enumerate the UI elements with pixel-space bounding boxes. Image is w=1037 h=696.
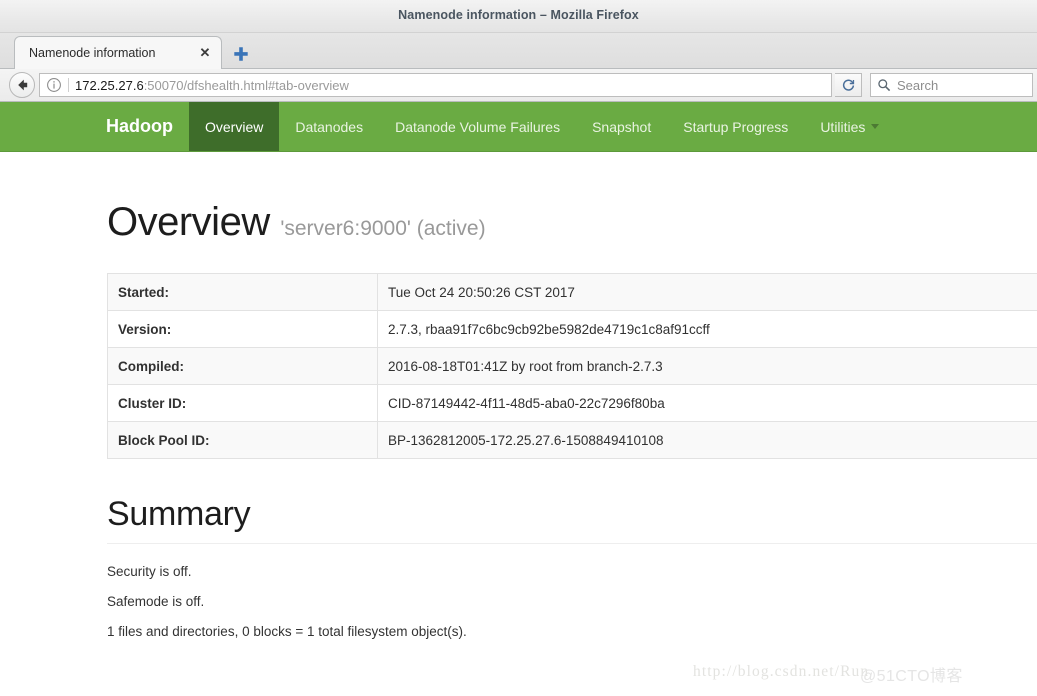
summary-line-security: Security is off.: [107, 564, 192, 579]
table-cell-key: Compiled:: [107, 347, 378, 385]
info-icon[interactable]: [46, 77, 62, 93]
reload-icon: [842, 79, 854, 91]
nav-item-snapshot[interactable]: Snapshot: [576, 102, 667, 151]
table-cell-key: Version:: [107, 310, 378, 348]
table-cell-key: Cluster ID:: [107, 384, 378, 422]
url-host: 172.25.27.6: [75, 77, 144, 93]
browser-window: Namenode information – Mozilla Firefox N…: [0, 0, 1037, 696]
window-title: Namenode information – Mozilla Firefox: [398, 8, 639, 22]
hadoop-brand[interactable]: Hadoop: [104, 102, 189, 151]
namenode-status: 'server6:9000' (active): [280, 217, 486, 240]
reload-button[interactable]: [835, 73, 862, 97]
table-row: Compiled: 2016-08-18T01:41Z by root from…: [107, 347, 1037, 385]
url-bar[interactable]: 172.25.27.6:50070/dfshealth.html#tab-ove…: [39, 73, 832, 97]
search-input[interactable]: [897, 77, 1026, 93]
summary-line-objects: 1 files and directories, 0 blocks = 1 to…: [107, 624, 467, 639]
nav-item-datanodes[interactable]: Datanodes: [279, 102, 379, 151]
tab-strip: Namenode information ✕: [0, 33, 1037, 69]
table-row: Version: 2.7.3, rbaa91f7c6bc9cb92be5982d…: [107, 310, 1037, 348]
nav-item-utilities[interactable]: Utilities: [804, 102, 895, 151]
page-title-text: Overview: [107, 200, 270, 244]
summary-line-safemode: Safemode is off.: [107, 594, 205, 609]
url-text: 172.25.27.6:50070/dfshealth.html#tab-ove…: [75, 78, 349, 93]
table-row: Cluster ID: CID-87149442-4f11-48d5-aba0-…: [107, 384, 1037, 422]
table-cell-value: Tue Oct 24 20:50:26 CST 2017: [377, 273, 1037, 311]
table-cell-key: Block Pool ID:: [107, 421, 378, 459]
namenode-info-table: Started: Tue Oct 24 20:50:26 CST 2017 Ve…: [107, 273, 1037, 459]
nav-item-datanode-volume-failures[interactable]: Datanode Volume Failures: [379, 102, 576, 151]
nav-item-label: Snapshot: [592, 118, 652, 135]
nav-item-label: Datanode Volume Failures: [395, 118, 561, 135]
plus-icon: [234, 47, 248, 61]
table-row: Started: Tue Oct 24 20:50:26 CST 2017: [107, 273, 1037, 311]
back-button[interactable]: [9, 72, 35, 98]
search-icon: [878, 79, 891, 92]
hadoop-navbar: Hadoop Overview Datanodes Datanode Volum…: [0, 102, 1037, 152]
url-path: :50070/dfshealth.html#tab-overview: [143, 77, 349, 93]
nav-item-overview[interactable]: Overview: [189, 102, 280, 151]
table-cell-value: 2016-08-18T01:41Z by root from branch-2.…: [377, 347, 1037, 385]
summary-divider: [107, 543, 1037, 544]
page-title: Overview 'server6:9000' (active): [107, 200, 1037, 245]
summary-heading: Summary: [107, 495, 251, 533]
chevron-down-icon: [871, 124, 880, 129]
back-arrow-icon: [18, 79, 28, 91]
browser-tab-namenode-information[interactable]: Namenode information ✕: [14, 36, 222, 69]
table-row: Block Pool ID: BP-1362812005-172.25.27.6…: [107, 421, 1037, 459]
nav-item-label: Overview: [205, 118, 264, 135]
page-content: Overview 'server6:9000' (active) Started…: [0, 200, 1037, 640]
close-icon[interactable]: ✕: [197, 45, 213, 61]
summary-text-block: Security is off. Safemode is off. 1 file…: [107, 564, 1037, 640]
nav-item-label: Datanodes: [295, 118, 364, 135]
nav-item-label: Startup Progress: [683, 118, 789, 135]
table-cell-value: BP-1362812005-172.25.27.6-1508849410108: [377, 421, 1037, 459]
nav-item-label: Utilities: [820, 118, 866, 135]
search-box[interactable]: [870, 73, 1033, 97]
new-tab-button[interactable]: [232, 45, 250, 63]
url-separator: [68, 78, 69, 92]
window-titlebar: Namenode information – Mozilla Firefox: [0, 0, 1037, 33]
navigation-toolbar: 172.25.27.6:50070/dfshealth.html#tab-ove…: [0, 69, 1037, 102]
tab-label: Namenode information: [29, 46, 156, 60]
table-cell-value: 2.7.3, rbaa91f7c6bc9cb92be5982de4719c1c8…: [377, 310, 1037, 348]
page-viewport: Hadoop Overview Datanodes Datanode Volum…: [0, 102, 1037, 690]
table-cell-value: CID-87149442-4f11-48d5-aba0-22c7296f80ba: [377, 384, 1037, 422]
nav-item-startup-progress[interactable]: Startup Progress: [667, 102, 804, 151]
table-cell-key: Started:: [107, 273, 378, 311]
